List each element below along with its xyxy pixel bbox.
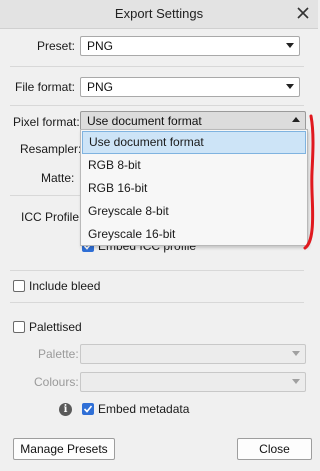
file-format-label: File format:: [15, 80, 76, 94]
pixel-format-label: Pixel format:: [13, 115, 80, 129]
info-icon[interactable]: i: [59, 403, 72, 416]
divider: [10, 195, 80, 196]
chevron-down-icon: [292, 351, 300, 356]
close-icon[interactable]: [296, 6, 310, 20]
window-title: Export Settings: [114, 6, 204, 21]
icc-profile-label: ICC Profile:: [21, 210, 83, 224]
close-button[interactable]: Close: [237, 438, 312, 460]
resampler-label: Resampler:: [20, 142, 82, 156]
option-rgb-8-bit[interactable]: RGB 8-bit: [82, 154, 306, 177]
red-annotation-mark: [303, 114, 315, 250]
file-format-select[interactable]: PNG: [80, 77, 300, 97]
pixel-format-value: Use document format: [87, 114, 202, 128]
pixel-format-dropdown: Use document format RGB 8-bit RGB 16-bit…: [80, 129, 308, 246]
divider: [10, 105, 304, 106]
palette-select[interactable]: [80, 344, 306, 364]
preset-value: PNG: [87, 39, 114, 53]
option-rgb-16-bit[interactable]: RGB 16-bit: [82, 177, 306, 200]
palettised-label: Palettised: [29, 320, 82, 334]
include-bleed-label: Include bleed: [29, 279, 101, 293]
checkmark-icon: [83, 405, 93, 413]
chevron-down-icon: [286, 43, 294, 48]
colours-select[interactable]: [80, 372, 306, 392]
palettised-checkbox[interactable]: [13, 321, 25, 333]
include-bleed-checkbox[interactable]: [13, 280, 25, 292]
option-use-document-format[interactable]: Use document format: [82, 131, 306, 154]
chevron-up-icon: [292, 117, 300, 122]
matte-label: Matte:: [41, 171, 75, 185]
chevron-down-icon: [286, 84, 294, 89]
pixel-format-select[interactable]: Use document format: [80, 111, 306, 131]
divider: [10, 66, 304, 67]
embed-metadata-checkbox[interactable]: [82, 403, 94, 415]
palette-label: Palette:: [38, 347, 79, 361]
colours-label: Colours:: [34, 375, 79, 389]
option-greyscale-8-bit[interactable]: Greyscale 8-bit: [82, 200, 306, 223]
file-format-value: PNG: [87, 80, 114, 94]
embed-metadata-label: Embed metadata: [98, 402, 190, 416]
chevron-down-icon: [292, 379, 300, 384]
preset-select[interactable]: PNG: [80, 36, 300, 56]
manage-presets-button[interactable]: Manage Presets: [13, 438, 115, 460]
divider: [10, 302, 304, 303]
preset-label: Preset:: [37, 39, 76, 53]
option-greyscale-16-bit[interactable]: Greyscale 16-bit: [82, 223, 306, 246]
divider: [10, 270, 304, 271]
